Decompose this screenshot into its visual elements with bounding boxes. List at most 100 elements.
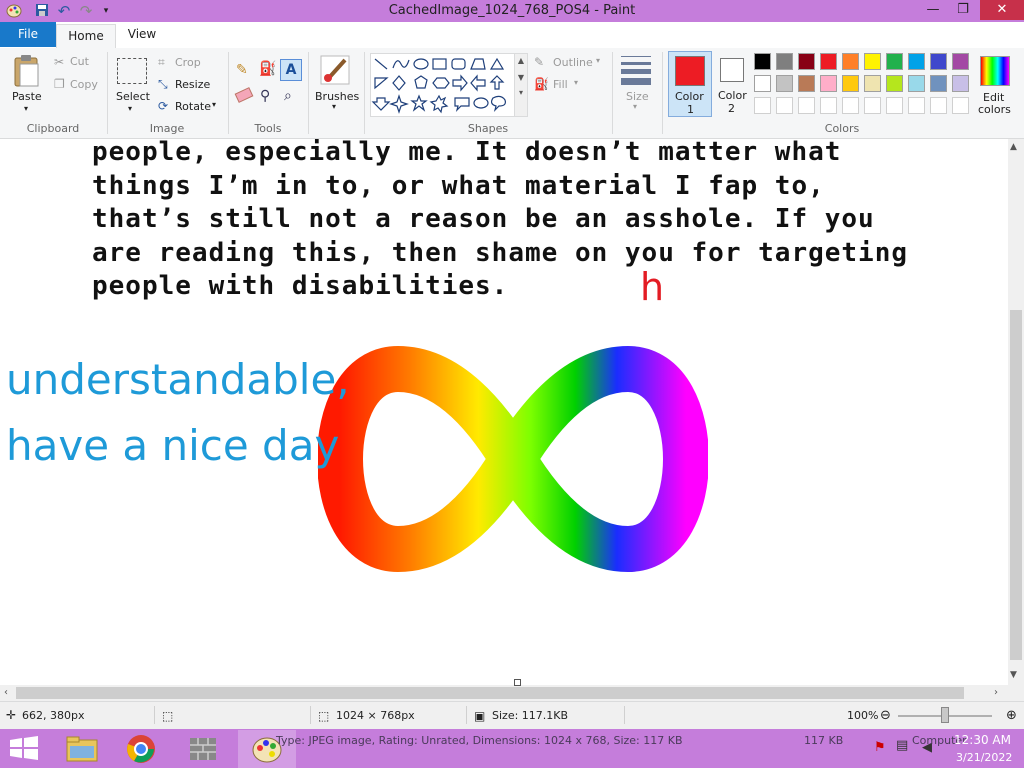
tab-view[interactable]: View xyxy=(120,22,164,47)
divider xyxy=(662,52,663,134)
clock-date[interactable]: 3/21/2022 xyxy=(956,751,1012,764)
palette-swatch[interactable] xyxy=(820,75,837,92)
size-line-icon xyxy=(621,69,651,74)
outline-button[interactable]: Outline xyxy=(553,56,593,69)
scroll-down-icon[interactable]: ▼ xyxy=(1010,670,1017,680)
text-tool-icon[interactable]: A xyxy=(280,59,302,81)
palette-swatch[interactable] xyxy=(754,75,771,92)
brushes-button[interactable]: Brushes ▾ xyxy=(314,54,359,114)
rotate-icon: ⟳ xyxy=(158,99,169,113)
cursor-position-icon: ✛ xyxy=(6,708,17,722)
outline-icon: ✎ xyxy=(534,55,545,69)
palette-swatch[interactable] xyxy=(798,53,815,70)
palette-swatch[interactable] xyxy=(798,75,815,92)
custom-color-slot[interactable] xyxy=(952,97,969,114)
resize-icon: ⤡ xyxy=(158,77,168,91)
magnifier-icon[interactable]: ⌕ xyxy=(284,88,292,104)
color-picker-icon[interactable]: ⚲ xyxy=(260,88,270,104)
custom-color-slot[interactable] xyxy=(908,97,925,114)
custom-color-slot[interactable] xyxy=(864,97,881,114)
zoom-in-button[interactable]: ⊕ xyxy=(1006,708,1017,723)
edit-colors-button[interactable]: Edit colors xyxy=(976,54,1014,116)
scroll-right-icon[interactable]: › xyxy=(994,687,998,698)
network-icon[interactable]: ▤ xyxy=(896,738,908,753)
tab-file[interactable]: File xyxy=(0,22,56,47)
palette-swatch[interactable] xyxy=(864,53,881,70)
fill-bucket-icon[interactable]: ⛽ xyxy=(259,61,276,77)
maximize-button[interactable]: ❐ xyxy=(948,0,978,20)
custom-color-slot[interactable] xyxy=(754,97,771,114)
paste-label: Paste xyxy=(12,90,42,103)
canvas-resize-handle[interactable] xyxy=(514,679,521,686)
palette-swatch[interactable] xyxy=(776,75,793,92)
size-button[interactable]: Size ▾ xyxy=(618,54,654,114)
shapes-gallery[interactable] xyxy=(370,53,516,117)
selection-rect-icon xyxy=(117,58,147,84)
chevron-down-icon: ▾ xyxy=(128,104,133,113)
palette-swatch[interactable] xyxy=(930,75,947,92)
file-explorer-taskbar-button[interactable] xyxy=(54,730,108,768)
selection-size-icon: ⬚ xyxy=(162,709,174,723)
minimize-button[interactable]: — xyxy=(918,0,948,20)
custom-color-slot[interactable] xyxy=(842,97,859,114)
shapes-scroll[interactable]: ▲ ▼ ▾ xyxy=(514,53,528,117)
custom-color-slot[interactable] xyxy=(798,97,815,114)
tab-home[interactable]: Home xyxy=(56,24,116,49)
color2-button[interactable]: Color 2 xyxy=(712,51,752,115)
palette-swatch[interactable] xyxy=(776,53,793,70)
custom-color-slot[interactable] xyxy=(776,97,793,114)
chevron-down-icon: ▾ xyxy=(596,56,601,65)
divider xyxy=(624,706,625,724)
drawing-canvas[interactable]: people, especially me. It doesn’t matter… xyxy=(0,139,1008,685)
fill-button[interactable]: Fill xyxy=(553,78,568,91)
zoom-out-button[interactable]: ⊖ xyxy=(880,708,891,723)
edit-colors-label-2: colors xyxy=(978,103,1011,116)
palette-swatch[interactable] xyxy=(952,53,969,70)
rainbow-infinity-symbol xyxy=(318,345,708,573)
horizontal-scroll-thumb[interactable] xyxy=(16,687,964,699)
palette-swatch[interactable] xyxy=(886,53,903,70)
fill-icon: ⛽ xyxy=(534,77,549,91)
divider xyxy=(308,52,309,134)
clock-time[interactable]: 12:30 AM xyxy=(954,733,1011,747)
palette-swatch[interactable] xyxy=(864,75,881,92)
palette-swatch[interactable] xyxy=(754,53,771,70)
color2-number: 2 xyxy=(728,102,735,115)
palette-swatch[interactable] xyxy=(908,75,925,92)
custom-color-slot[interactable] xyxy=(886,97,903,114)
copy-button[interactable]: Copy xyxy=(70,78,98,91)
zoom-slider-thumb[interactable] xyxy=(941,707,949,723)
color1-button[interactable]: Color 1 xyxy=(668,51,712,117)
select-button[interactable]: Select ▾ xyxy=(114,56,150,114)
action-center-flag-icon[interactable]: ⚑ xyxy=(874,740,886,755)
pencil-icon[interactable]: ✎ xyxy=(236,62,248,78)
crop-button[interactable]: Crop xyxy=(175,56,201,69)
canvas-text-line: things I’m in to, or what material I fap… xyxy=(92,170,825,201)
shapes-gallery-icons xyxy=(371,57,506,114)
app-taskbar-button[interactable] xyxy=(176,730,232,768)
scroll-up-icon[interactable]: ▲ xyxy=(1010,142,1017,152)
brush-icon xyxy=(320,55,350,85)
palette-swatch[interactable] xyxy=(908,53,925,70)
image-dimensions: 1024 × 768px xyxy=(336,709,415,722)
divider xyxy=(228,52,229,134)
vertical-scroll-thumb[interactable] xyxy=(1010,310,1022,660)
rotate-button[interactable]: Rotate xyxy=(175,100,211,113)
chrome-taskbar-button[interactable] xyxy=(112,730,172,768)
palette-swatch[interactable] xyxy=(842,75,859,92)
scroll-left-icon[interactable]: ‹ xyxy=(4,687,8,698)
palette-swatch[interactable] xyxy=(886,75,903,92)
close-button[interactable]: ✕ xyxy=(980,0,1024,20)
paste-button[interactable]: Paste ▾ xyxy=(10,54,44,113)
custom-color-slot[interactable] xyxy=(930,97,947,114)
palette-swatch[interactable] xyxy=(952,75,969,92)
cut-button[interactable]: Cut xyxy=(70,55,89,68)
resize-button[interactable]: Resize xyxy=(175,78,210,91)
custom-color-slot[interactable] xyxy=(820,97,837,114)
windows-start-icon[interactable] xyxy=(10,736,38,763)
color1-number: 1 xyxy=(687,103,694,116)
palette-swatch[interactable] xyxy=(842,53,859,70)
palette-swatch[interactable] xyxy=(930,53,947,70)
image-dimensions-icon: ⬚ xyxy=(318,709,330,723)
palette-swatch[interactable] xyxy=(820,53,837,70)
